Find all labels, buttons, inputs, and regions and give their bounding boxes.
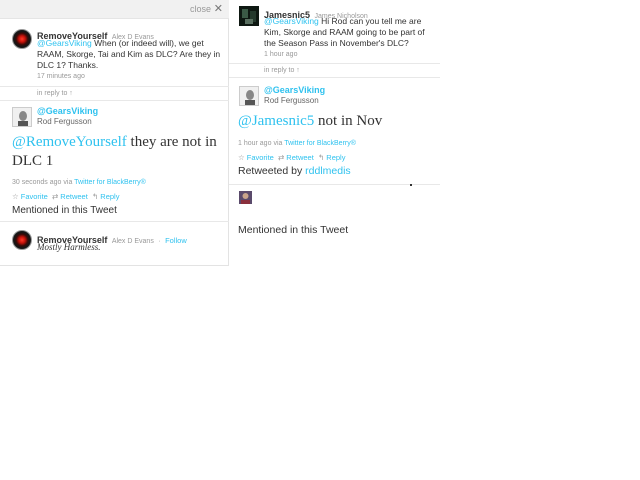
retweet-icon: ⇄ xyxy=(278,153,285,162)
retweeted-prefix: Retweeted by xyxy=(238,165,303,177)
divider xyxy=(0,86,229,87)
retweeted-by: Retweeted by rddlmedis xyxy=(238,165,351,177)
right-tweet-panel: Jamesnic5 James Nicholson @GearsViking H… xyxy=(229,0,440,480)
in-reply-to-link[interactable]: in reply to ↑ xyxy=(264,67,300,74)
favorite-action[interactable]: ☆ Favorite xyxy=(238,153,274,162)
via-link[interactable]: Twitter for BlackBerry® xyxy=(74,179,146,186)
tweet-header: @GearsViking Rod Fergusson xyxy=(37,106,98,126)
reply-action[interactable]: ↰ Reply xyxy=(92,192,119,201)
mention-link[interactable]: @GearsViking xyxy=(264,16,319,26)
tweet-text: @GearsViking Hi Rod can you tell me are … xyxy=(264,16,436,49)
realname: Rod Fergusson xyxy=(264,96,319,105)
favorite-action[interactable]: ☆ Favorite xyxy=(12,192,48,201)
avatar-jamesnic5[interactable] xyxy=(239,6,259,26)
tweet-timestamp[interactable]: 1 hour ago xyxy=(264,51,297,58)
tweet-timestamp[interactable]: 30 seconds ago xyxy=(12,179,61,186)
separator-dot: · xyxy=(158,238,161,245)
retweet-action[interactable]: ⇄ Retweet xyxy=(278,153,314,162)
mention-link[interactable]: @Jamesnic5 xyxy=(238,113,314,129)
via-link[interactable]: Twitter for BlackBerry® xyxy=(284,140,356,147)
via-prefix: via xyxy=(63,179,73,186)
avatar-removeyourself[interactable] xyxy=(12,29,32,49)
left-tweet-panel: close ✕ RemoveYourself Alex D Evans @Gea… xyxy=(0,0,229,266)
reply-action[interactable]: ↰ Reply xyxy=(318,153,345,162)
realname: Rod Fergusson xyxy=(37,117,92,126)
avatar-image-icon xyxy=(239,6,259,26)
avatar-portrait-icon xyxy=(13,108,31,126)
tweet-timestamp[interactable]: 1 hour ago xyxy=(238,140,271,147)
favorite-label: Favorite xyxy=(20,192,48,201)
avatar-retweeter[interactable] xyxy=(239,191,252,204)
dot-marker xyxy=(410,184,412,186)
mention-link[interactable]: @GearsViking xyxy=(37,38,92,48)
close-icon[interactable]: ✕ xyxy=(214,2,223,15)
divider xyxy=(229,63,440,64)
star-icon: ☆ xyxy=(12,192,19,201)
main-tweet-text: @Jamesnic5 not in Nov xyxy=(238,112,438,131)
realname: Alex D Evans xyxy=(111,238,154,245)
retweet-action[interactable]: ⇄ Retweet xyxy=(52,192,88,201)
username[interactable]: @GearsViking xyxy=(37,106,98,116)
user-bio: Mostly Harmless. xyxy=(37,242,101,252)
favorite-label: Favorite xyxy=(246,153,274,162)
mentioned-heading: Mentioned in this Tweet xyxy=(12,205,117,216)
close-button[interactable]: close xyxy=(190,4,211,14)
username[interactable]: @GearsViking xyxy=(264,85,325,95)
in-reply-to-link[interactable]: in reply to ↑ xyxy=(37,90,73,97)
main-tweet-text: @RemoveYourself they are not in DLC 1 xyxy=(12,133,222,171)
follow-button[interactable]: Follow xyxy=(165,236,187,245)
star-icon: ☆ xyxy=(238,153,245,162)
avatar-removeyourself[interactable] xyxy=(12,230,32,250)
mention-link[interactable]: @RemoveYourself xyxy=(12,134,127,150)
reply-label: Reply xyxy=(100,192,120,201)
tweet-actions: ☆ Favorite ⇄ Retweet ↰ Reply xyxy=(12,192,119,201)
tweet-meta: 1 hour ago via Twitter for BlackBerry® xyxy=(238,140,356,147)
mentioned-heading: Mentioned in this Tweet xyxy=(238,224,349,236)
avatar-gearsviking[interactable] xyxy=(239,86,259,106)
tweet-actions: ☆ Favorite ⇄ Retweet ↰ Reply xyxy=(238,153,345,162)
via-prefix: via xyxy=(273,140,283,147)
tweet-timestamp[interactable]: 17 minutes ago xyxy=(37,73,85,80)
retweet-label: Retweet xyxy=(60,192,88,201)
reply-label: Reply xyxy=(326,153,346,162)
tweet-header: @GearsViking Rod Fergusson xyxy=(264,85,325,105)
tweet-meta: 30 seconds ago via Twitter for BlackBerr… xyxy=(12,179,146,186)
divider xyxy=(0,221,229,222)
tweet-text-body: not in Nov xyxy=(314,113,383,129)
divider xyxy=(229,184,440,185)
divider xyxy=(229,77,440,78)
reply-icon: ↰ xyxy=(91,192,99,201)
close-bar: close ✕ xyxy=(0,0,229,19)
tweet-text: @GearsViking When (or indeed will), we g… xyxy=(37,38,225,71)
reply-icon: ↰ xyxy=(317,153,325,162)
avatar-portrait-icon xyxy=(240,87,258,105)
divider xyxy=(0,100,229,101)
retweeter-link[interactable]: rddlmedis xyxy=(305,165,351,177)
avatar-gearsviking[interactable] xyxy=(12,107,32,127)
retweet-icon: ⇄ xyxy=(52,192,59,201)
avatar-image-icon xyxy=(239,191,252,204)
retweet-label: Retweet xyxy=(286,153,314,162)
